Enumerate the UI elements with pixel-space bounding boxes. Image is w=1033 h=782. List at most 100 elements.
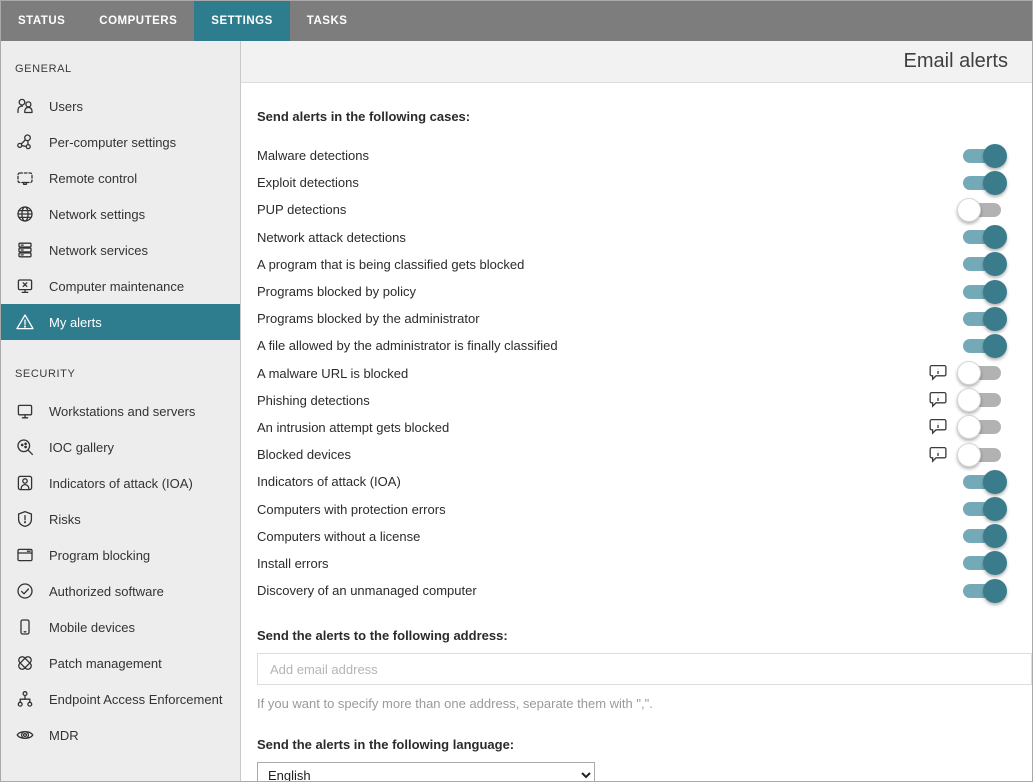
toggle-switch[interactable] (957, 334, 1007, 358)
toggle-row-label: PUP detections (257, 202, 957, 217)
toggle-switch[interactable] (957, 252, 1007, 276)
sidebar-item-label: Endpoint Access Enforcement (49, 692, 222, 707)
toggle-row: Install errors (257, 550, 1032, 577)
toggle-switch[interactable] (957, 470, 1007, 494)
toggle-knob[interactable] (957, 198, 981, 222)
info-icon[interactable] (929, 364, 948, 382)
sidebar-item-mdr[interactable]: MDR (1, 717, 240, 753)
info-icon[interactable] (929, 418, 948, 436)
toggle-switch[interactable] (957, 551, 1007, 575)
per-computer-settings-icon (15, 132, 35, 152)
sidebar-item-mobile-devices[interactable]: Mobile devices (1, 609, 240, 645)
info-icon[interactable] (929, 446, 948, 464)
sidebar-item-patch-management[interactable]: Patch management (1, 645, 240, 681)
toggle-row: Computers with protection errors (257, 495, 1032, 522)
toggle-row: A program that is being classified gets … (257, 251, 1032, 278)
toggle-row-controls (929, 415, 1032, 439)
toggle-switch[interactable] (957, 388, 1007, 412)
toggle-knob[interactable] (983, 524, 1007, 548)
toggle-knob[interactable] (983, 334, 1007, 358)
sidebar-item-label: MDR (49, 728, 79, 743)
sidebar-item-per-computer-settings[interactable]: Per-computer settings (1, 124, 240, 160)
toggle-knob[interactable] (983, 551, 1007, 575)
toggle-switch[interactable] (957, 225, 1007, 249)
toggle-knob[interactable] (983, 579, 1007, 603)
ioc-gallery-icon (15, 437, 35, 457)
toggle-row: A malware URL is blocked (257, 360, 1032, 387)
sidebar-item-label: Program blocking (49, 548, 150, 563)
toggle-switch[interactable] (957, 579, 1007, 603)
endpoint-access-enforcement-icon (15, 689, 35, 709)
toggle-knob[interactable] (983, 497, 1007, 521)
sidebar-item-label: Per-computer settings (49, 135, 176, 150)
toggle-row-controls (957, 225, 1032, 249)
toggle-switch[interactable] (957, 415, 1007, 439)
toggle-knob[interactable] (983, 144, 1007, 168)
sidebar-item-risks[interactable]: Risks (1, 501, 240, 537)
settings-sidebar: GENERAL Users Per-computer settings Remote … (1, 41, 241, 781)
sidebar-item-workstations-and-servers[interactable]: Workstations and servers (1, 393, 240, 429)
sidebar-item-authorized-software[interactable]: Authorized software (1, 573, 240, 609)
toggle-row-controls (957, 524, 1032, 548)
tab-computers[interactable]: COMPUTERS (82, 1, 194, 41)
email-address-input[interactable] (257, 653, 1032, 685)
language-select[interactable]: English (257, 762, 595, 781)
program-blocking-icon (15, 545, 35, 565)
sidebar-item-label: Mobile devices (49, 620, 135, 635)
toggle-switch[interactable] (957, 307, 1007, 331)
toggle-knob[interactable] (983, 252, 1007, 276)
tab-settings[interactable]: SETTINGS (194, 1, 290, 41)
sidebar-item-network-settings[interactable]: Network settings (1, 196, 240, 232)
toggle-switch[interactable] (957, 524, 1007, 548)
toggle-switch[interactable] (957, 280, 1007, 304)
toggle-switch[interactable] (957, 144, 1007, 168)
sidebar-item-label: Indicators of attack (IOA) (49, 476, 193, 491)
toggle-row: Discovery of an unmanaged computer (257, 577, 1032, 604)
sidebar-item-my-alerts[interactable]: My alerts (1, 304, 240, 340)
toggle-row: An intrusion attempt gets blocked (257, 414, 1032, 441)
toggle-list: Malware detectionsExploit detectionsPUP … (257, 142, 1032, 604)
toggle-switch[interactable] (957, 198, 1007, 222)
toggle-row-controls (929, 361, 1032, 385)
authorized-software-icon (15, 581, 35, 601)
workstations-servers-icon (15, 401, 35, 421)
address-heading: Send the alerts to the following address… (257, 628, 1032, 643)
sidebar-item-users[interactable]: Users (1, 88, 240, 124)
tab-tasks[interactable]: TASKS (290, 1, 365, 41)
sidebar-item-program-blocking[interactable]: Program blocking (1, 537, 240, 573)
toggle-knob[interactable] (983, 171, 1007, 195)
network-services-icon (15, 240, 35, 260)
tab-status[interactable]: STATUS (1, 1, 82, 41)
toggle-switch[interactable] (957, 171, 1007, 195)
toggle-row-controls (957, 579, 1032, 603)
toggle-knob[interactable] (957, 415, 981, 439)
sidebar-item-remote-control[interactable]: Remote control (1, 160, 240, 196)
sidebar-item-label: My alerts (49, 315, 102, 330)
sidebar-item-indicators-of-attack-ioa[interactable]: Indicators of attack (IOA) (1, 465, 240, 501)
toggle-knob[interactable] (983, 307, 1007, 331)
toggle-knob[interactable] (957, 388, 981, 412)
toggle-knob[interactable] (957, 443, 981, 467)
sidebar-item-network-services[interactable]: Network services (1, 232, 240, 268)
toggle-knob[interactable] (983, 225, 1007, 249)
toggle-row-controls (957, 470, 1032, 494)
toggle-knob[interactable] (983, 280, 1007, 304)
toggle-switch[interactable] (957, 361, 1007, 385)
toggle-row-controls (957, 307, 1032, 331)
sidebar-item-ioc-gallery[interactable]: IOC gallery (1, 429, 240, 465)
toggle-row: Exploit detections (257, 169, 1032, 196)
sidebar-item-label: Patch management (49, 656, 162, 671)
toggle-knob[interactable] (983, 470, 1007, 494)
sidebar-section-label: GENERAL (1, 49, 240, 88)
sidebar-item-endpoint-access-enforcement[interactable]: Endpoint Access Enforcement (1, 681, 240, 717)
sidebar-item-label: Users (49, 99, 83, 114)
sidebar-item-computer-maintenance[interactable]: Computer maintenance (1, 268, 240, 304)
mdr-icon (15, 725, 35, 745)
toggle-switch[interactable] (957, 497, 1007, 521)
email-alerts-content: Send alerts in the following cases: Malw… (241, 83, 1032, 781)
toggle-switch[interactable] (957, 443, 1007, 467)
info-icon[interactable] (929, 391, 948, 409)
toggle-row: PUP detections (257, 196, 1032, 223)
cases-heading: Send alerts in the following cases: (257, 109, 1032, 124)
toggle-knob[interactable] (957, 361, 981, 385)
